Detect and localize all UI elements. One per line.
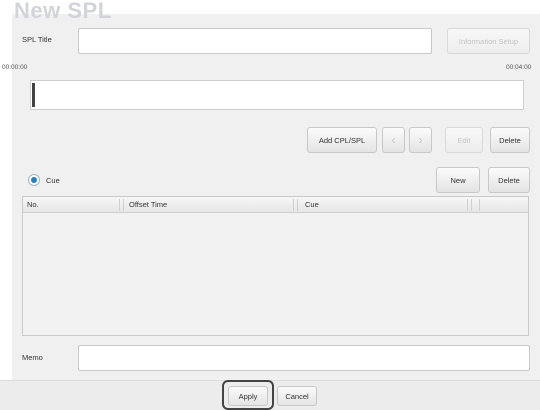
column-divider [119, 199, 120, 211]
timeline-end-time: 00:04:00 [506, 64, 532, 71]
column-header-offset-time[interactable]: Offset Time [129, 197, 167, 213]
column-header-no[interactable]: No. [27, 197, 39, 213]
information-setup-button[interactable]: Information Setup [447, 28, 530, 54]
cancel-button[interactable]: Cancel [277, 386, 317, 406]
column-divider [123, 199, 124, 211]
spl-title-label: SPL Title [22, 35, 52, 44]
page-title: New SPL [14, 0, 112, 23]
timeline-track[interactable] [30, 80, 524, 110]
previous-button[interactable]: ‹ [382, 127, 405, 153]
next-button[interactable]: › [409, 127, 432, 153]
column-divider [471, 199, 472, 211]
edit-button[interactable]: Edit [445, 127, 483, 153]
column-divider [293, 199, 294, 211]
new-cue-button[interactable]: New [436, 167, 480, 193]
timeline-cursor[interactable] [32, 83, 35, 107]
cue-radio-label: Cue [46, 176, 60, 185]
radio-selected-dot [31, 177, 37, 183]
memo-input[interactable] [78, 345, 530, 371]
column-divider [297, 199, 298, 211]
cue-table-header: No. Offset Time Cue [23, 197, 528, 213]
column-divider [467, 199, 468, 211]
cue-table[interactable]: No. Offset Time Cue [22, 196, 529, 336]
memo-label: Memo [22, 353, 43, 362]
chevron-right-icon: › [418, 133, 423, 147]
spl-title-input[interactable] [78, 28, 432, 54]
column-header-cue[interactable]: Cue [305, 197, 319, 213]
cue-radio[interactable] [28, 174, 40, 186]
delete-cpl-button[interactable]: Delete [490, 127, 530, 153]
add-cpl-spl-button[interactable]: Add CPL/SPL [307, 127, 377, 153]
column-divider [479, 199, 480, 211]
timeline-start-time: 00:00:00 [2, 64, 28, 71]
chevron-left-icon: ‹ [391, 133, 396, 147]
delete-cue-button[interactable]: Delete [488, 167, 530, 193]
apply-button[interactable]: Apply [228, 386, 268, 406]
